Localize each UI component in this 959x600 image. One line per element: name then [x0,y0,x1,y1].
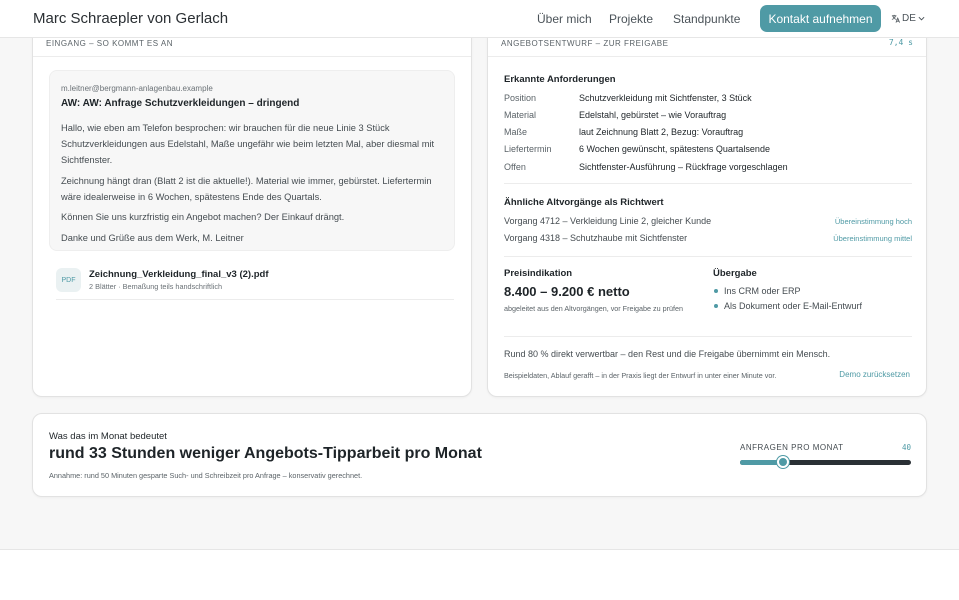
usability-note: Rund 80 % direkt verwertbar – den Rest u… [504,349,831,359]
inbox-card-title: EINGANG – SO KOMMT ES AN [46,39,173,48]
slider-value: 40 [901,443,911,452]
divider [504,256,912,257]
price-note: abgeleitet aus den Altvorgängen, vor Fre… [504,304,684,313]
requirement-label: Liefertermin [504,144,552,154]
requirement-label: Position [504,93,537,103]
requirement-value: Sichtfenster-Ausführung – Rückfrage vorg… [579,162,788,172]
reset-demo-link[interactable]: Demo zurücksetzen [839,370,910,379]
email-body: Hallo, wie eben am Telefon besprochen: w… [61,120,446,250]
handover-item: Als Dokument oder E-Mail-Entwurf [713,301,862,311]
price-range: 8.400 – 9.200 € netto [504,284,630,299]
language-switcher[interactable]: DE [891,13,925,24]
monthly-assumption: Annahme: rund 50 Minuten gesparte Such- … [49,471,363,480]
requirement-label: Maße [504,127,528,137]
requirement-label: Offen [504,162,526,172]
language-label: DE [902,13,916,24]
inbox-card: EINGANG – SO KOMMT ES AN m.leitner@bergm… [32,16,472,397]
offer-draft-card: ANGEBOTSENTWURF – ZUR FREIGABE 7,4 s Erk… [487,16,927,397]
price-heading: Preisindikation [504,268,573,279]
monthly-kicker: Was das im Monat bedeutet [49,431,167,442]
monthly-headline: rund 33 Stunden weniger Angebots-Tipparb… [49,445,482,462]
handover-item-label: Als Dokument oder E-Mail-Entwurf [724,301,863,311]
email-paragraph: Danke und Grüße aus dem Werk, M. Leitner [61,232,244,243]
requirement-label: Material [504,110,537,120]
handover-item: Ins CRM oder ERP [713,286,801,296]
email-paragraph: Hallo, wie eben am Telefon besprochen: w… [61,123,435,165]
requirement-value: Edelstahl, gebürstet – wie Vorauftrag [579,110,727,120]
attachment-meta: 2 Blätter · Bemaßung teils handschriftli… [89,282,223,291]
handover-item-label: Ins CRM oder ERP [724,286,801,296]
divider [56,299,454,300]
match-badge: Übereinstimmung hoch [834,217,912,226]
similar-case-text: Vorgang 4712 – Verkleidung Linie 2, glei… [504,216,712,226]
divider [504,183,912,184]
offer-draft-title: ANGEBOTSENTWURF – ZUR FREIGABE [501,39,669,48]
nav-link-ueber-mich[interactable]: Über mich [537,12,592,26]
bullet-dot-icon [714,289,718,293]
chevron-down-icon [918,15,925,22]
attachment-filename: Zeichnung_Verkleidung_final_v3 (2).pdf [89,269,269,280]
slider-thumb[interactable] [776,456,789,468]
contact-button[interactable]: Kontakt aufnehmen [760,5,881,32]
page-footer-area [0,549,959,600]
email-subject: AW: AW: Anfrage Schutzverkleidungen – dr… [61,98,300,109]
handover-heading: Übergabe [713,268,757,279]
divider [504,336,912,337]
pdf-file-icon: PDF [56,268,81,292]
email-attachment[interactable]: PDF Zeichnung_Verkleidung_final_v3 (2).p… [56,266,464,300]
requirements-heading: Erkannte Anforderungen [504,74,616,85]
requirement-value: laut Zeichnung Blatt 2, Bezug: Vorauftra… [579,127,744,137]
monthly-savings-card: Was das im Monat bedeutet rund 33 Stunde… [32,413,927,497]
slider-label: ANFRAGEN PRO MONAT [740,443,844,452]
email-paragraph: Zeichnung hängt dran (Blatt 2 ist die ak… [61,175,432,202]
nav-link-projekte[interactable]: Projekte [609,12,653,26]
email-sender: m.leitner@bergmann-anlagenbau.example [61,84,213,93]
requirement-value: Schutzverkleidung mit Sichtfenster, 3 St… [579,93,752,103]
requirement-value: 6 Wochen gewünscht, spätestens Quartalse… [579,144,770,154]
demo-footnote: Beispieldaten, Ablauf gerafft – in der P… [504,371,777,380]
email-preview: m.leitner@bergmann-anlagenbau.example AW… [49,70,455,251]
requests-slider[interactable] [740,456,911,468]
nav-link-standpunkte[interactable]: Standpunkte [673,12,740,26]
site-brand[interactable]: Marc Schraepler von Gerlach [33,10,228,27]
processing-timer: 7,4 s [888,38,913,47]
similar-case-text: Vorgang 4318 – Schutzhaube mit Sichtfens… [504,233,688,243]
email-paragraph: Können Sie uns kurzfristig ein Angebot m… [61,212,345,222]
translate-icon [891,14,900,23]
bullet-dot-icon [714,304,718,308]
top-navigation-bar: Marc Schraepler von Gerlach Über mich Pr… [0,0,959,38]
similar-cases-heading: Ähnliche Altvorgänge als Richtwert [504,197,664,208]
match-badge: Übereinstimmung mittel [833,234,912,243]
